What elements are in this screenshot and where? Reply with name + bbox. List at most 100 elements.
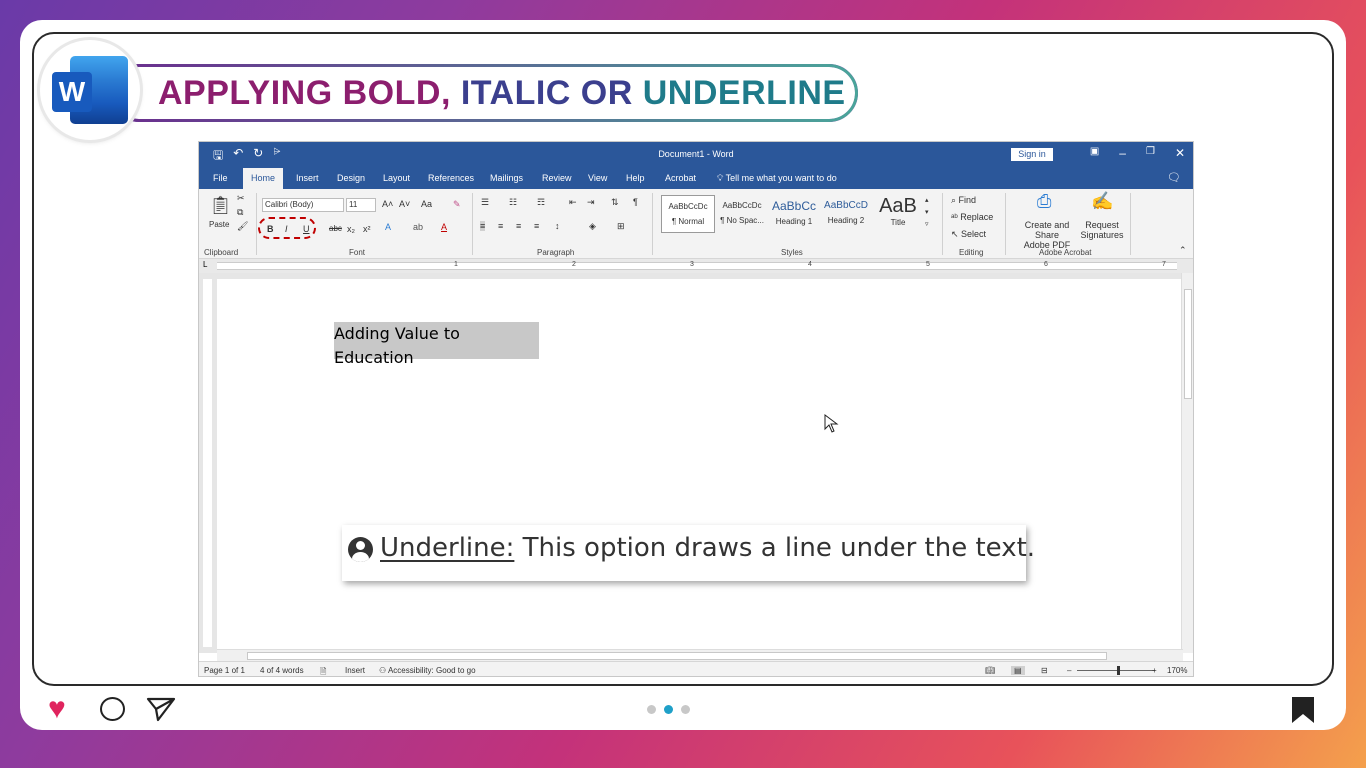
tab-references[interactable]: References (428, 173, 474, 183)
subscript-icon[interactable]: x₂ (347, 224, 355, 234)
find-icon: ⌕ (951, 195, 959, 205)
style-heading-2[interactable]: AaBbCcD Heading 2 (819, 195, 873, 233)
comments-icon[interactable]: 🗨︎ (1167, 171, 1181, 184)
align-left-icon[interactable]: ≡ (480, 221, 486, 231)
replace-button[interactable]: ᵃᵇ Replace (951, 212, 993, 222)
cut-icon[interactable]: ✂ (237, 193, 245, 204)
shrink-font-icon[interactable]: A˅ (399, 199, 410, 209)
zoom-out-icon[interactable]: – (1067, 666, 1071, 675)
minimize-icon[interactable]: – (1119, 146, 1126, 160)
style-sample: AaBbCcD (824, 200, 868, 211)
justify-icon[interactable]: ≡ (534, 221, 539, 231)
find-label: Find (958, 195, 977, 205)
selected-text[interactable]: Adding Value to Education (334, 322, 539, 367)
text-effects-icon[interactable]: A (385, 222, 391, 232)
numbering-icon[interactable]: ☷ (509, 197, 517, 208)
line-spacing-icon[interactable]: ↕ (555, 221, 560, 231)
decrease-indent-icon[interactable]: ⇤ (569, 197, 577, 208)
align-right-icon[interactable]: ≡ (516, 221, 521, 231)
superscript-icon[interactable]: x² (363, 224, 371, 234)
zoom-level[interactable]: 170% (1167, 666, 1187, 675)
tab-design[interactable]: Design (337, 173, 365, 183)
accessibility-icon: ⚇ (379, 666, 388, 675)
paste-button-label[interactable]: Paste (209, 220, 229, 229)
page-count[interactable]: Page 1 of 1 (204, 666, 245, 675)
style-sample: AaBbCcDc (668, 202, 708, 211)
zoom-slider-track[interactable] (1077, 670, 1155, 671)
create-pdf-icon[interactable]: ⎙ (1037, 191, 1051, 212)
format-painter-icon[interactable]: 🖌︎ (237, 221, 248, 232)
grow-font-icon[interactable]: A˄ (382, 199, 393, 209)
zoom-slider-knob[interactable] (1117, 666, 1120, 675)
document-page[interactable]: Adding Value to Education (217, 279, 1183, 659)
sign-in-button[interactable]: Sign in (1011, 148, 1053, 161)
change-case-button[interactable]: Aa (421, 199, 432, 209)
insert-mode[interactable]: Insert (345, 666, 365, 675)
tab-help[interactable]: Help (626, 173, 645, 183)
close-icon[interactable]: ✕ (1175, 146, 1185, 160)
acrobat-group-label: Adobe Acrobat (1039, 248, 1092, 257)
select-button[interactable]: ↖ Select (951, 229, 986, 240)
request-signatures-button[interactable]: Request Signatures (1079, 220, 1125, 240)
borders-icon[interactable]: ⊞ (617, 221, 625, 232)
tab-selector-icon[interactable]: L (203, 260, 207, 269)
style-sample: AaBbCcDc (722, 201, 762, 210)
show-formatting-icon[interactable]: ¶ (633, 197, 638, 207)
horizontal-scroll-thumb[interactable] (247, 652, 1107, 660)
tab-mailings[interactable]: Mailings (490, 173, 523, 183)
request-signatures-icon[interactable]: ✍ (1091, 191, 1113, 212)
bookmark-icon[interactable] (1290, 696, 1316, 724)
font-name-dropdown[interactable]: Calibri (Body) (262, 198, 344, 212)
clear-formatting-icon[interactable]: ✎ (453, 199, 461, 210)
bullets-icon[interactable]: ☰ (481, 197, 489, 208)
ribbon-display-icon[interactable]: ▣ (1090, 146, 1099, 160)
page-dot[interactable] (647, 705, 656, 714)
tab-file[interactable]: File (213, 173, 228, 183)
style-heading-1[interactable]: AaBbCc Heading 1 (767, 195, 821, 233)
web-layout-icon[interactable]: ⊟ (1041, 666, 1048, 675)
tab-view[interactable]: View (588, 173, 607, 183)
highlight-color-icon[interactable]: ab (413, 222, 423, 232)
request-label-2: Signatures (1080, 230, 1124, 240)
font-size-dropdown[interactable]: 11 (346, 198, 376, 212)
style-normal[interactable]: AaBbCcDc ¶ Normal (661, 195, 715, 233)
styles-scroll-icon[interactable]: ▴ ▾ ▿ (925, 195, 929, 231)
page-dot[interactable] (681, 705, 690, 714)
tab-layout[interactable]: Layout (383, 173, 410, 183)
page-dot-active[interactable] (664, 705, 673, 714)
comment-icon[interactable] (100, 697, 125, 721)
restore-icon[interactable]: ❐ (1146, 146, 1155, 160)
sort-icon[interactable]: ⇅ (611, 197, 619, 208)
tab-review[interactable]: Review (542, 173, 572, 183)
paste-icon[interactable]: 📋︎ (209, 195, 232, 216)
heart-icon[interactable]: ♥ (48, 694, 66, 724)
tab-acrobat[interactable]: Acrobat (665, 173, 696, 183)
font-color-icon[interactable]: A (441, 222, 447, 232)
vertical-scroll-thumb[interactable] (1184, 289, 1192, 399)
create-share-pdf-button[interactable]: Create and Share Adobe PDF (1012, 220, 1082, 250)
style-no-spacing[interactable]: AaBbCcDc ¶ No Spac... (715, 195, 769, 233)
copy-icon[interactable]: ⧉ (237, 207, 243, 218)
editing-group-label: Editing (959, 248, 984, 257)
multilevel-list-icon[interactable]: ☶ (537, 197, 545, 208)
read-mode-icon[interactable]: 📖︎ (985, 666, 995, 675)
tab-home[interactable]: Home (243, 168, 284, 189)
style-title[interactable]: AaB Title (871, 195, 925, 233)
vertical-scrollbar[interactable] (1181, 273, 1193, 653)
word-count[interactable]: 4 of 4 words (260, 666, 304, 675)
collapse-ribbon-icon[interactable]: ⌃ (1179, 245, 1187, 256)
create-pdf-label-1: Create and Share (1024, 220, 1070, 240)
zoom-in-icon[interactable]: + (1152, 666, 1157, 675)
print-layout-icon[interactable]: ▤ (1011, 666, 1025, 675)
send-icon[interactable] (146, 696, 176, 722)
align-center-icon[interactable]: ≡ (498, 221, 503, 231)
tab-insert[interactable]: Insert (296, 173, 319, 183)
strikethrough-icon[interactable]: abc (329, 224, 342, 233)
proofing-icon[interactable]: 🗎 (320, 666, 326, 676)
horizontal-scrollbar[interactable] (217, 649, 1183, 661)
find-button[interactable]: ⌕ Find (951, 195, 976, 206)
accessibility-status[interactable]: ⚇ Accessibility: Good to go (379, 666, 476, 675)
tell-me-search[interactable]: 💡︎ Tell me what you want to do (717, 173, 837, 184)
increase-indent-icon[interactable]: ⇥ (587, 197, 595, 208)
shading-icon[interactable]: ◈ (589, 221, 596, 232)
